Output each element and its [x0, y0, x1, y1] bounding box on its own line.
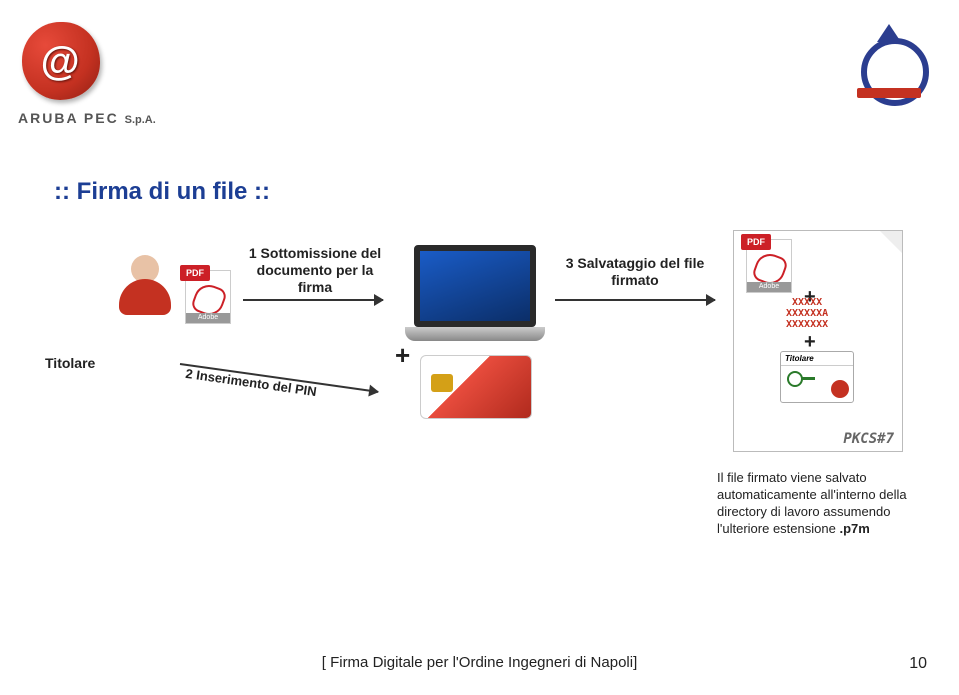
hash-placeholder: XXXXX XXXXXXA XXXXXXX [786, 297, 828, 330]
step2-label: 2 Inserimento del PIN [185, 366, 318, 399]
slide-header: @ ARUBA PEC S.p.A. [0, 0, 959, 160]
brand-suffix: S.p.A. [125, 114, 156, 126]
description-text: Il file firmato viene salvato automatica… [717, 470, 917, 538]
pkcs7-envelope: PDF Adobe + XXXXX XXXXXXA XXXXXXX + Tito… [733, 230, 903, 452]
pdf-in-envelope-icon: PDF Adobe [746, 239, 786, 285]
laptop-icon [405, 245, 545, 345]
smartcard-icon [420, 355, 532, 419]
aruba-pec-logo: @ [18, 18, 158, 108]
description-extension: .p7m [839, 521, 869, 536]
step3-label: 3 Salvataggio del file firmato [565, 255, 705, 289]
pdf-badge: PDF [180, 265, 210, 281]
description-body: Il file firmato viene salvato automatica… [717, 470, 907, 536]
key-icon [787, 370, 815, 384]
adobe-label: Adobe [186, 313, 230, 323]
pdf-document-icon: PDF Adobe [185, 270, 229, 322]
chip-icon [431, 374, 453, 392]
certificate-icon: Titolare [780, 351, 854, 403]
slide-footer: [ Firma Digitale per l'Ordine Ingegneri … [0, 654, 959, 671]
pkcs7-label: PKCS#7 [843, 431, 894, 447]
cert-title: Titolare [781, 352, 853, 366]
brand-name: ARUBA PEC [18, 110, 119, 126]
page-number: 10 [909, 655, 927, 673]
user-icon [115, 255, 175, 325]
titolare-label: Titolare [45, 355, 95, 371]
italian-republic-emblem [849, 18, 939, 108]
arrow-step3 [555, 299, 715, 301]
slide-title: :: Firma di un file :: [54, 178, 270, 206]
signature-flow-diagram: Titolare PDF Adobe 1 Sottomissione del d… [45, 245, 915, 575]
brand-text: ARUBA PEC S.p.A. [18, 110, 156, 126]
seal-icon [831, 380, 849, 398]
wax-seal-icon: @ [18, 18, 108, 108]
step1-label: 1 Sottomissione del documento per la fir… [245, 245, 385, 295]
arrow-step1 [243, 299, 383, 301]
